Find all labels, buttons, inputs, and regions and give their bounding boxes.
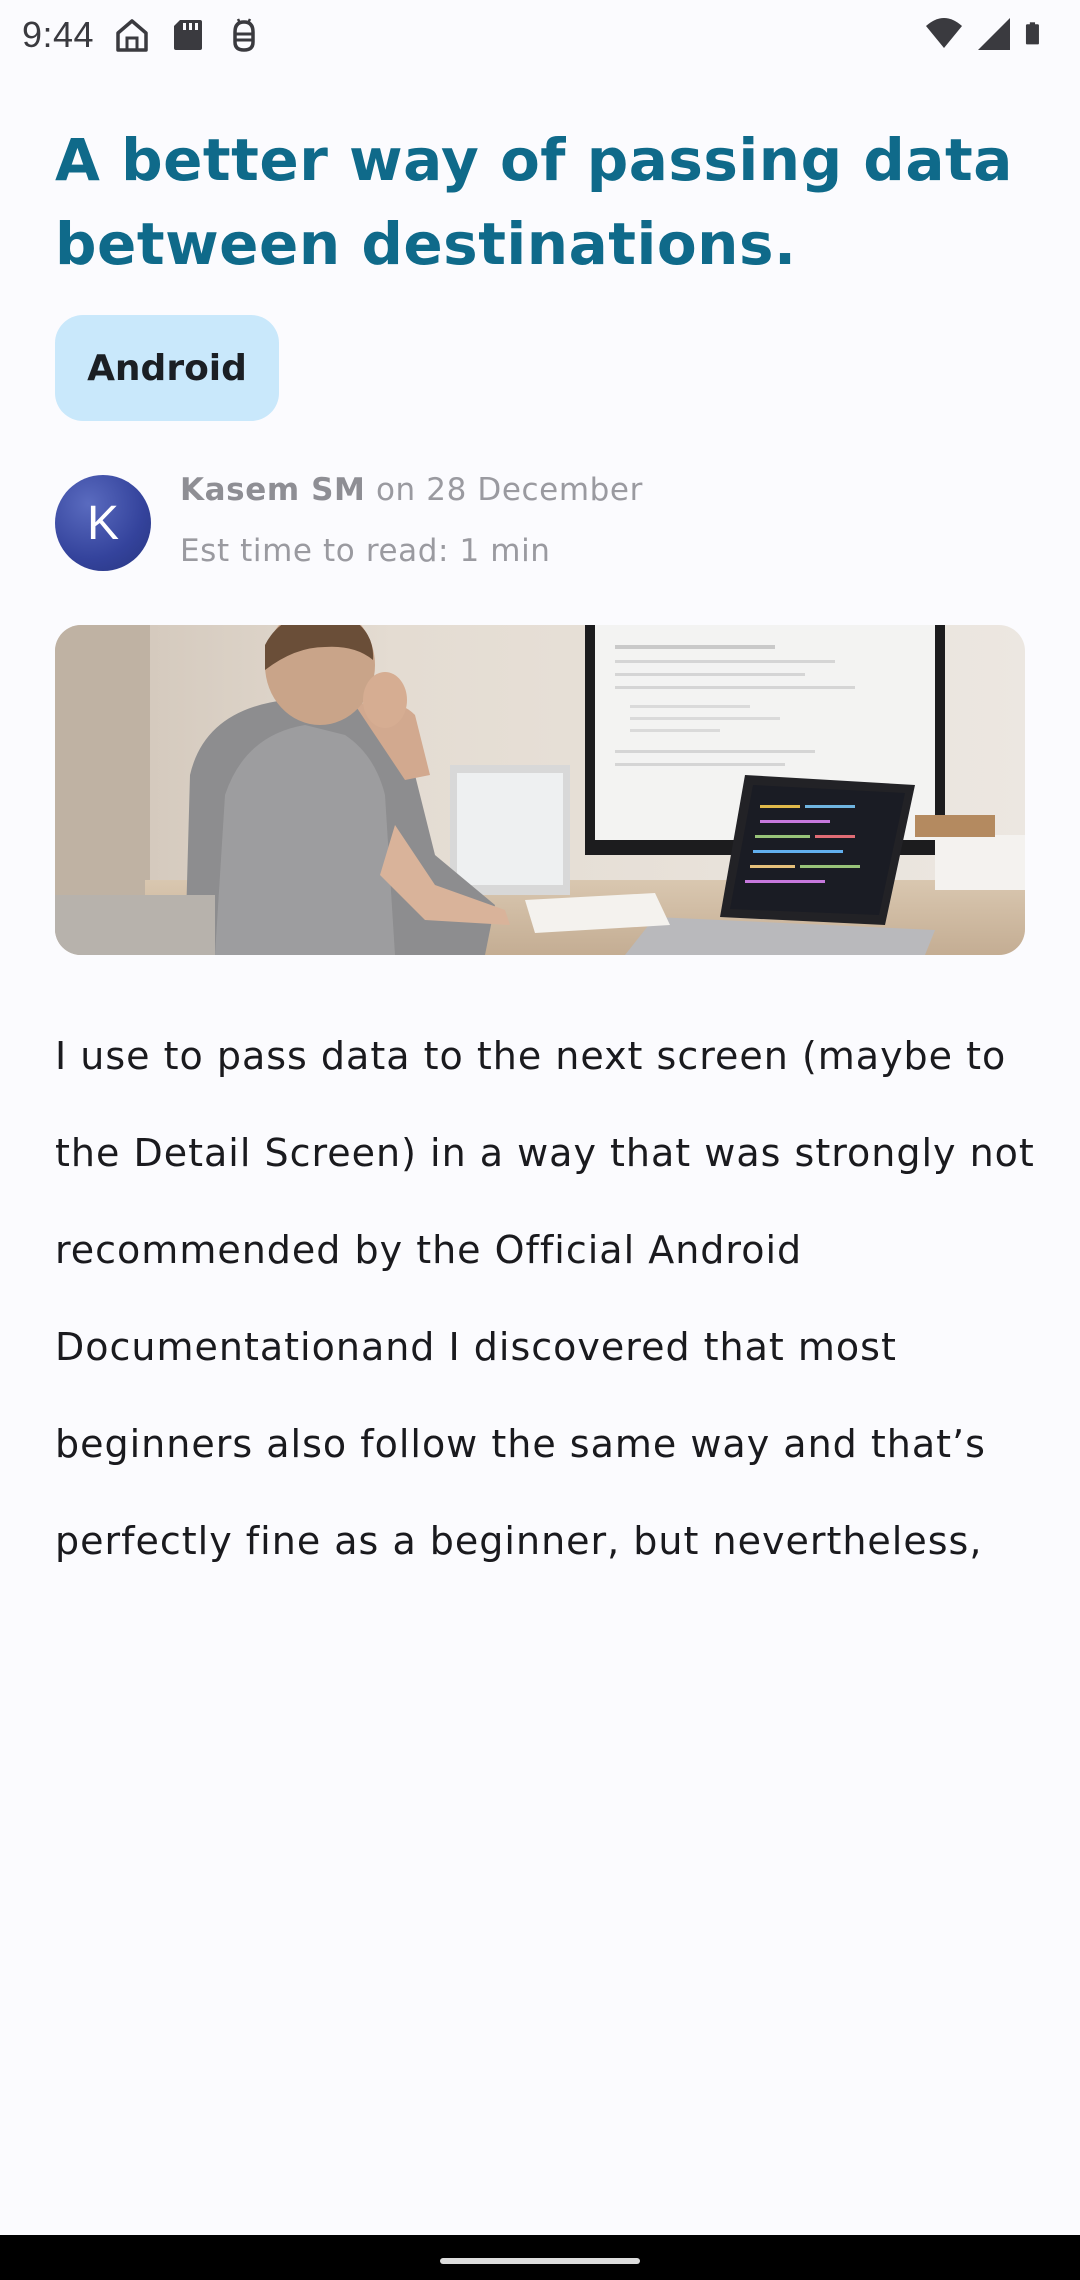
cell-signal-icon [978, 18, 1010, 50]
status-bar: 9:44 [0, 0, 1080, 70]
author-byline: Kasem SM on 28 December [180, 472, 643, 508]
wifi-icon [926, 18, 962, 48]
publish-date: 28 December [426, 472, 643, 508]
article-screen: 9:44 A better way of passing data betwee… [0, 0, 1080, 2280]
status-time: 9:44 [22, 14, 95, 55]
person-at-desk-with-computer-image [55, 625, 1025, 955]
author-name[interactable]: Kasem SM [180, 472, 366, 508]
sd-card-icon [174, 20, 203, 50]
read-time: Est time to read: 1 min [180, 533, 551, 569]
navigation-bar [0, 2235, 1080, 2280]
hero-image [55, 625, 1025, 955]
article-title: A better way of passing data between des… [55, 126, 1013, 278]
home-gesture-handle[interactable] [440, 2258, 640, 2264]
status-notification-icons [112, 15, 264, 55]
android-debug-icon [233, 18, 255, 52]
article-body-text: I use to pass data to the next screen (m… [55, 1034, 1035, 1563]
status-system-icons [924, 14, 1050, 54]
date-prefix: on [375, 472, 416, 508]
home-outline-icon [116, 19, 148, 52]
battery-icon [1025, 22, 1039, 45]
author-avatar[interactable]: K [55, 475, 151, 571]
tag-chip-android[interactable]: Android [55, 315, 279, 421]
